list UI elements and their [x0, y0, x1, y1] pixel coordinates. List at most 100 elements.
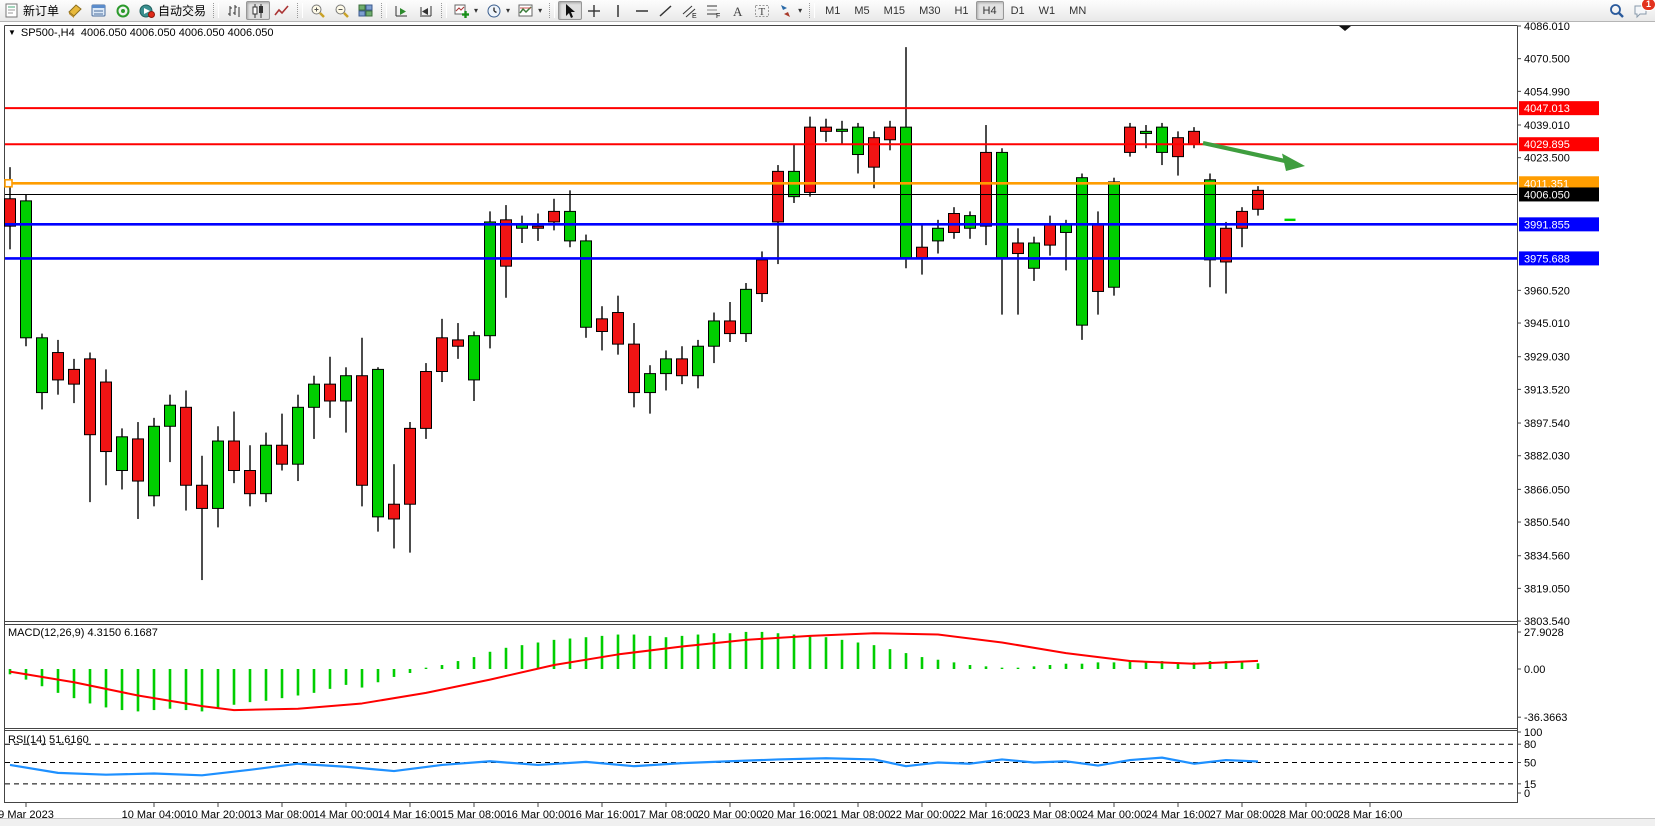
candle	[1109, 182, 1120, 287]
rsi-axis-label: 50	[1524, 758, 1536, 770]
timeframe-W1[interactable]: W1	[1032, 1, 1063, 20]
candle	[853, 127, 864, 154]
price-axis-label: 3882.030	[1524, 451, 1570, 463]
candle	[917, 247, 928, 258]
candle	[133, 439, 144, 481]
candle	[821, 127, 832, 131]
trend-arrow-annotation[interactable]	[1203, 143, 1285, 161]
candle-chart-button[interactable]	[246, 1, 270, 20]
candle	[309, 384, 320, 407]
svg-text:E: E	[692, 13, 697, 19]
arrows-button[interactable]: ▾	[774, 1, 806, 20]
chevron-down-icon: ▾	[506, 7, 510, 15]
periodicity-button[interactable]: ▾	[482, 1, 514, 20]
chevron-down-icon: ▾	[474, 7, 478, 15]
candle	[325, 384, 336, 401]
tile-windows-button[interactable]	[354, 1, 378, 20]
timeframe-M15[interactable]: M15	[877, 1, 912, 20]
price-axis-label: 4070.500	[1524, 54, 1570, 66]
candle	[885, 127, 896, 140]
hline-icon	[634, 3, 650, 19]
rsi-axis-label: 80	[1524, 739, 1536, 751]
crosshair-button[interactable]	[582, 1, 606, 20]
text-button[interactable]: A	[726, 1, 750, 20]
candle	[581, 241, 592, 327]
candle	[1141, 131, 1152, 133]
candle	[1157, 127, 1168, 152]
candle	[261, 445, 272, 493]
candle	[965, 216, 976, 229]
line-chart-button[interactable]	[270, 1, 294, 20]
autotrade-icon	[139, 3, 155, 19]
price-axis-label: 3929.030	[1524, 352, 1570, 364]
market-watch-button[interactable]	[87, 1, 111, 20]
candle	[1221, 228, 1232, 262]
candle	[949, 214, 960, 233]
candle	[357, 376, 368, 486]
text-label-button[interactable]: T	[750, 1, 774, 20]
horizontal-line-button[interactable]	[630, 1, 654, 20]
candle	[117, 437, 128, 471]
new-chart-button[interactable]: ▾	[450, 1, 482, 20]
candle	[661, 359, 672, 374]
search-button[interactable]	[1609, 3, 1625, 19]
cursor-button[interactable]	[558, 1, 582, 20]
timeframe-M30[interactable]: M30	[912, 1, 947, 20]
rsi-axis-label: 100	[1524, 727, 1542, 739]
template-icon	[518, 3, 534, 19]
timeframe-H1[interactable]: H1	[947, 1, 975, 20]
gold-pointer-icon	[67, 3, 83, 19]
candle	[341, 376, 352, 401]
candle	[277, 445, 288, 464]
timeframe-M1[interactable]: M1	[818, 1, 847, 20]
bar-chart-button[interactable]	[222, 1, 246, 20]
new-order-button[interactable]: 新订单	[0, 1, 63, 20]
trendline-button[interactable]	[654, 1, 678, 20]
profiles-button[interactable]	[63, 1, 87, 20]
chart-shift-marker-icon[interactable]	[1339, 26, 1351, 31]
navigator-icon	[115, 3, 131, 19]
candle	[421, 372, 432, 429]
vertical-line-button[interactable]	[606, 1, 630, 20]
candle	[1253, 190, 1264, 209]
candle	[437, 338, 448, 372]
timeframe-H4[interactable]: H4	[976, 1, 1004, 20]
navigator-button[interactable]	[111, 1, 135, 20]
fibonacci-button[interactable]: F	[702, 1, 726, 20]
svg-text:A: A	[733, 4, 743, 19]
market-watch-icon	[91, 3, 107, 19]
trend-arrow-head[interactable]	[1282, 154, 1305, 172]
candle	[213, 441, 224, 508]
vline-icon	[610, 3, 626, 19]
price-badge-value: 4006.050	[1524, 189, 1570, 201]
timeframe-M5[interactable]: M5	[847, 1, 876, 20]
templates-button[interactable]: ▾	[514, 1, 546, 20]
candle	[933, 228, 944, 241]
candle	[21, 201, 32, 338]
zoom-in-button[interactable]	[306, 1, 330, 20]
candle	[725, 321, 736, 334]
fibo-icon: F	[706, 3, 722, 19]
level-drag-handle[interactable]	[5, 180, 12, 187]
auto-scroll-button[interactable]	[390, 1, 414, 20]
equidistant-channel-button[interactable]: E	[678, 1, 702, 20]
toolbar-separator	[297, 3, 303, 18]
timeframe-D1[interactable]: D1	[1004, 1, 1032, 20]
chart-shift-button[interactable]	[414, 1, 438, 20]
candle	[389, 504, 400, 519]
candle	[405, 428, 416, 504]
autotrade-button[interactable]: 自动交易	[135, 1, 210, 20]
candles-icon	[250, 3, 266, 19]
candle	[773, 171, 784, 222]
toolbar-separator	[381, 3, 387, 18]
linechart-icon	[274, 3, 290, 19]
candle	[533, 226, 544, 228]
notifications-button[interactable]: 1	[1633, 3, 1649, 19]
candle	[197, 485, 208, 508]
zoom-out-button[interactable]	[330, 1, 354, 20]
candle	[613, 313, 624, 345]
main-toolbar: 新订单自动交易▾▾▾EFAT▾M1M5M15M30H1H4D1W1MN1	[0, 0, 1655, 22]
candle	[757, 260, 768, 294]
candle	[1045, 224, 1056, 245]
timeframe-MN[interactable]: MN	[1062, 1, 1093, 20]
